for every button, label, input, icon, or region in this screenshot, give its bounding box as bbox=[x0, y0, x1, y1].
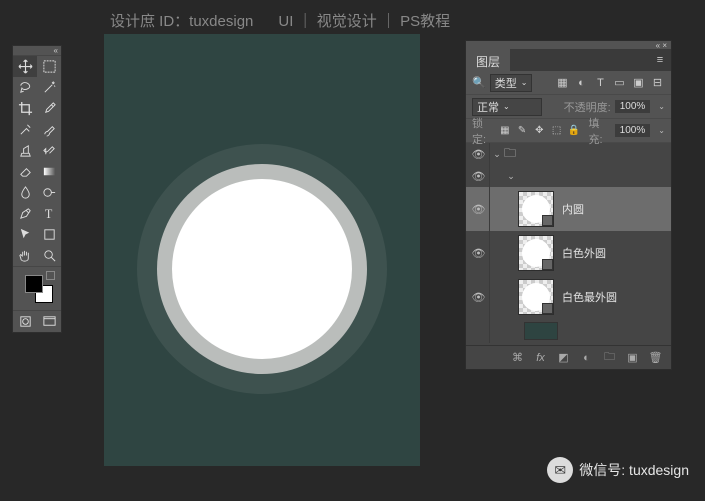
wechat-label: 微信号: tuxdesign bbox=[579, 460, 689, 480]
visibility-toggle-icon[interactable] bbox=[468, 319, 490, 343]
clone-stamp-tool-icon[interactable] bbox=[13, 140, 37, 161]
type-tool-icon[interactable]: T bbox=[37, 203, 61, 224]
marquee-tool-icon[interactable] bbox=[37, 56, 61, 77]
credit-text: 设计庶 ID：tuxdesign bbox=[110, 13, 253, 30]
path-selection-tool-icon[interactable] bbox=[13, 224, 37, 245]
lock-artboard-icon[interactable]: ⬚ bbox=[550, 123, 563, 138]
disclosure-icon[interactable]: ⌄ bbox=[490, 149, 504, 160]
lock-image-icon[interactable]: ✎ bbox=[515, 123, 528, 138]
layers-panel-footer: ⌘ fx ◩ ◐ 🗀 ▣ 🗑 bbox=[466, 345, 671, 369]
quick-mask-icon[interactable] bbox=[13, 311, 37, 332]
lasso-tool-icon[interactable] bbox=[13, 77, 37, 98]
svg-text:T: T bbox=[44, 207, 52, 221]
magic-wand-tool-icon[interactable] bbox=[37, 77, 61, 98]
folder-icon: 🗀 bbox=[504, 144, 520, 165]
layer-tree: 👁 ⌄ 🗀 👁 ⌄ 👁 内圆 👁 白色外圆 👁 白色最外圆 bbox=[466, 143, 671, 345]
history-brush-tool-icon[interactable] bbox=[37, 140, 61, 161]
disclosure-icon[interactable]: ⌄ bbox=[504, 171, 518, 182]
opacity-value[interactable]: 100% bbox=[615, 100, 651, 113]
categories-text: UI ｜ 视觉设计 ｜ PS教程 bbox=[278, 13, 450, 30]
filter-type-icon[interactable]: T bbox=[593, 75, 608, 90]
panel-menu-icon[interactable]: ≡ bbox=[649, 49, 671, 71]
layer-name[interactable]: 内圆 bbox=[562, 201, 584, 217]
layer-style-icon[interactable]: fx bbox=[533, 350, 548, 365]
filter-type-dropdown[interactable]: 类型 ⌄ bbox=[490, 74, 533, 92]
filter-type-label: 类型 bbox=[495, 75, 517, 91]
wechat-credit: ✉ 微信号: tuxdesign bbox=[547, 457, 689, 483]
visibility-toggle-icon[interactable]: 👁 bbox=[468, 275, 490, 319]
fill-value[interactable]: 100% bbox=[615, 124, 651, 137]
gradient-tool-icon[interactable] bbox=[37, 161, 61, 182]
panel-collapse-icon[interactable]: « × bbox=[466, 41, 671, 49]
delete-layer-icon[interactable]: 🗑 bbox=[648, 350, 663, 365]
layer-group-row[interactable]: 👁 ⌄ bbox=[466, 165, 671, 187]
tools-panel: « T bbox=[12, 45, 62, 333]
layer-row[interactable] bbox=[466, 319, 671, 343]
adjustment-layer-icon[interactable]: ◐ bbox=[579, 350, 594, 365]
chevron-down-icon[interactable]: ⌄ bbox=[658, 126, 665, 135]
blend-mode-value: 正常 bbox=[477, 99, 499, 115]
move-tool-icon[interactable] bbox=[13, 56, 37, 77]
visibility-toggle-icon[interactable]: 👁 bbox=[468, 187, 490, 231]
new-layer-icon[interactable]: ▣ bbox=[625, 350, 640, 365]
wechat-icon: ✉ bbox=[547, 457, 573, 483]
zoom-tool-icon[interactable] bbox=[37, 245, 61, 266]
chevron-down-icon[interactable]: ⌄ bbox=[658, 102, 665, 111]
brush-tool-icon[interactable] bbox=[37, 119, 61, 140]
hand-tool-icon[interactable] bbox=[13, 245, 37, 266]
healing-brush-tool-icon[interactable] bbox=[13, 119, 37, 140]
blend-mode-dropdown[interactable]: 正常 ⌄ bbox=[472, 98, 542, 116]
search-icon[interactable]: 🔍 bbox=[472, 76, 486, 89]
layer-name[interactable]: 白色最外圆 bbox=[562, 289, 617, 305]
layers-panel: « × 图层 ≡ 🔍 类型 ⌄ ▦ ◐ T ▭ ▣ ⊟ 正常 ⌄ 不透明度: 1… bbox=[465, 40, 672, 370]
link-layers-icon[interactable]: ⌘ bbox=[510, 350, 525, 365]
lock-position-icon[interactable]: ✥ bbox=[533, 123, 546, 138]
blur-tool-icon[interactable] bbox=[13, 182, 37, 203]
fill-label: 填充: bbox=[589, 115, 611, 147]
layer-thumbnail[interactable] bbox=[518, 235, 554, 271]
layer-thumbnail[interactable] bbox=[518, 279, 554, 315]
filter-smart-icon[interactable]: ▣ bbox=[631, 75, 646, 90]
dodge-tool-icon[interactable] bbox=[37, 182, 61, 203]
lock-fill-row: 锁定: ▦ ✎ ✥ ⬚ 🔒 填充: 100% ⌄ bbox=[466, 119, 671, 143]
filter-shape-icon[interactable]: ▭ bbox=[612, 75, 627, 90]
visibility-toggle-icon[interactable]: 👁 bbox=[468, 165, 490, 187]
screen-mode-icon[interactable] bbox=[37, 311, 61, 332]
swap-colors-icon[interactable] bbox=[46, 271, 55, 280]
layer-mask-icon[interactable]: ◩ bbox=[556, 350, 571, 365]
layer-group-row[interactable]: 👁 ⌄ 🗀 bbox=[466, 143, 671, 165]
layer-thumbnail[interactable] bbox=[518, 191, 554, 227]
tools-panel-header[interactable]: « bbox=[13, 46, 61, 56]
layer-row[interactable]: 👁 内圆 bbox=[466, 187, 671, 231]
filter-pixel-icon[interactable]: ▦ bbox=[555, 75, 570, 90]
visibility-toggle-icon[interactable]: 👁 bbox=[468, 143, 490, 165]
chevron-down-icon: ⌄ bbox=[503, 102, 510, 111]
lock-transparency-icon[interactable]: ▦ bbox=[498, 123, 511, 138]
color-swatches[interactable] bbox=[13, 266, 61, 310]
filter-toggle-icon[interactable]: ⊟ bbox=[650, 75, 665, 90]
eraser-tool-icon[interactable] bbox=[13, 161, 37, 182]
tab-layers[interactable]: 图层 bbox=[466, 49, 510, 71]
layer-row[interactable]: 👁 白色最外圆 bbox=[466, 275, 671, 319]
layer-filter-row: 🔍 类型 ⌄ ▦ ◐ T ▭ ▣ ⊟ bbox=[466, 71, 671, 95]
layer-name[interactable]: 白色外圆 bbox=[562, 245, 606, 261]
new-group-icon[interactable]: 🗀 bbox=[602, 350, 617, 365]
inner-circle-shape bbox=[172, 179, 352, 359]
foreground-color-swatch[interactable] bbox=[25, 275, 43, 293]
layer-row[interactable]: 👁 白色外圆 bbox=[466, 231, 671, 275]
crop-tool-icon[interactable] bbox=[13, 98, 37, 119]
background-layer-thumbnail[interactable] bbox=[524, 322, 558, 340]
chevron-down-icon: ⌄ bbox=[521, 78, 528, 87]
opacity-label: 不透明度: bbox=[564, 99, 611, 115]
eyedropper-tool-icon[interactable] bbox=[37, 98, 61, 119]
shape-tool-icon[interactable] bbox=[37, 224, 61, 245]
header-info: 设计庶 ID：tuxdesign UI ｜ 视觉设计 ｜ PS教程 bbox=[110, 10, 450, 31]
blend-opacity-row: 正常 ⌄ 不透明度: 100% ⌄ bbox=[466, 95, 671, 119]
pen-tool-icon[interactable] bbox=[13, 203, 37, 224]
filter-adjust-icon[interactable]: ◐ bbox=[574, 75, 589, 90]
lock-all-icon[interactable]: 🔒 bbox=[567, 123, 580, 138]
canvas-area[interactable] bbox=[104, 34, 420, 466]
lock-label: 锁定: bbox=[472, 115, 494, 147]
visibility-toggle-icon[interactable]: 👁 bbox=[468, 231, 490, 275]
